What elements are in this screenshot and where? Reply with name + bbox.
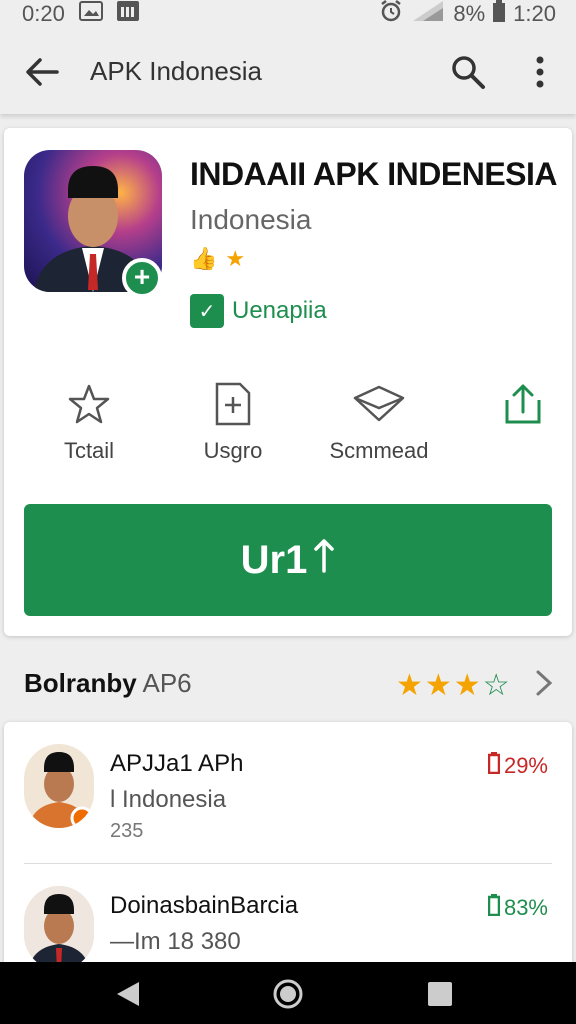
list-item-percent: 29% xyxy=(487,752,548,780)
thumbs-up-icon: 👍 xyxy=(190,246,218,271)
action-label: Usgro xyxy=(203,438,263,463)
more-options-icon[interactable] xyxy=(520,50,560,94)
install-button[interactable]: Ur1 xyxy=(24,504,552,616)
star-outline-icon xyxy=(24,378,154,430)
developer-name[interactable]: Indonesia xyxy=(190,204,311,236)
download-check-icon: ✓ xyxy=(190,294,224,328)
section-title: Bolranby AP6 xyxy=(24,668,192,699)
avatar xyxy=(24,886,94,970)
nav-recents-icon[interactable] xyxy=(422,976,458,1012)
chevron-right-icon[interactable] xyxy=(532,668,556,698)
action-rate[interactable]: Tctail xyxy=(24,378,154,464)
rating-row: 👍 ★ xyxy=(190,246,245,272)
system-navigation-bar xyxy=(0,962,576,1024)
share-icon xyxy=(458,378,576,430)
envelope-icon xyxy=(314,378,444,430)
list-item-name: APJJa1 APh xyxy=(110,750,244,777)
percent-value: 29% xyxy=(503,753,548,778)
avatar xyxy=(24,744,94,828)
add-badge-icon[interactable]: + xyxy=(122,258,162,298)
star-icon: ★ xyxy=(225,246,246,271)
list-item-subtitle: —Im 18 380 xyxy=(110,928,241,955)
clock-right: 1:20 xyxy=(513,1,556,26)
battery-icon xyxy=(493,0,506,28)
back-arrow-icon[interactable] xyxy=(20,50,64,94)
related-apps-list: APJJa1 APh l Indonesia 235 29% Doinasbai… xyxy=(4,722,572,972)
nav-home-icon[interactable] xyxy=(270,976,306,1012)
list-item-subtitle: l Indonesia xyxy=(110,786,227,813)
action-label: Scmmead xyxy=(329,438,429,463)
section-title-bold: Bolranby xyxy=(24,668,137,698)
app-name: INDAAII APK INDENESIA xyxy=(190,156,558,192)
action-message[interactable]: Scmmead xyxy=(314,378,444,464)
app-notification-icon xyxy=(116,1,139,27)
verified-label: Uenapiia xyxy=(232,297,327,324)
search-icon[interactable] xyxy=(446,50,490,94)
upload-arrow-icon xyxy=(313,535,335,585)
section-title-rest: AP6 xyxy=(142,668,192,698)
filled-stars: ★★★ xyxy=(396,669,483,702)
install-label: Ur1 xyxy=(240,537,308,582)
wifi-icon xyxy=(411,0,445,28)
app-detail-card: + INDAAII APK INDENESIA Indonesia 👍 ★ ✓ … xyxy=(4,128,572,636)
action-row: Tctail Usgro Scmmead xyxy=(4,378,572,468)
list-item[interactable]: APJJa1 APh l Indonesia 235 29% xyxy=(4,722,572,862)
list-item-meta: 235 xyxy=(110,820,144,842)
list-item-name: DoinasbainBarcia xyxy=(110,892,299,919)
verified-badge: ✓ Uenapiia xyxy=(190,294,327,328)
percent-value: 83% xyxy=(503,895,548,920)
action-share[interactable] xyxy=(458,378,576,438)
section-stars: ★★★☆ xyxy=(396,668,512,703)
app-bar: APK Indonesia xyxy=(0,28,576,114)
image-notification-icon xyxy=(78,1,103,27)
action-label: Tctail xyxy=(63,438,115,463)
battery-red-icon xyxy=(487,752,501,780)
section-header[interactable]: Bolranby AP6 ★★★☆ xyxy=(0,650,576,716)
document-icon xyxy=(168,378,298,430)
empty-star: ☆ xyxy=(482,669,512,702)
nav-back-icon[interactable] xyxy=(110,976,146,1012)
list-item-percent: 83% xyxy=(487,894,548,922)
battery-green-icon xyxy=(487,894,501,922)
action-document[interactable]: Usgro xyxy=(168,378,298,464)
alarm-icon xyxy=(379,0,403,29)
page-title: APK Indonesia xyxy=(90,56,263,86)
battery-percent: 8% xyxy=(453,1,486,26)
list-item[interactable]: DoinasbainBarcia —Im 18 380 83% xyxy=(4,864,572,972)
clock-left: 0:20 xyxy=(22,1,65,26)
status-bar: 0:20 8% 1:20 xyxy=(0,0,576,28)
